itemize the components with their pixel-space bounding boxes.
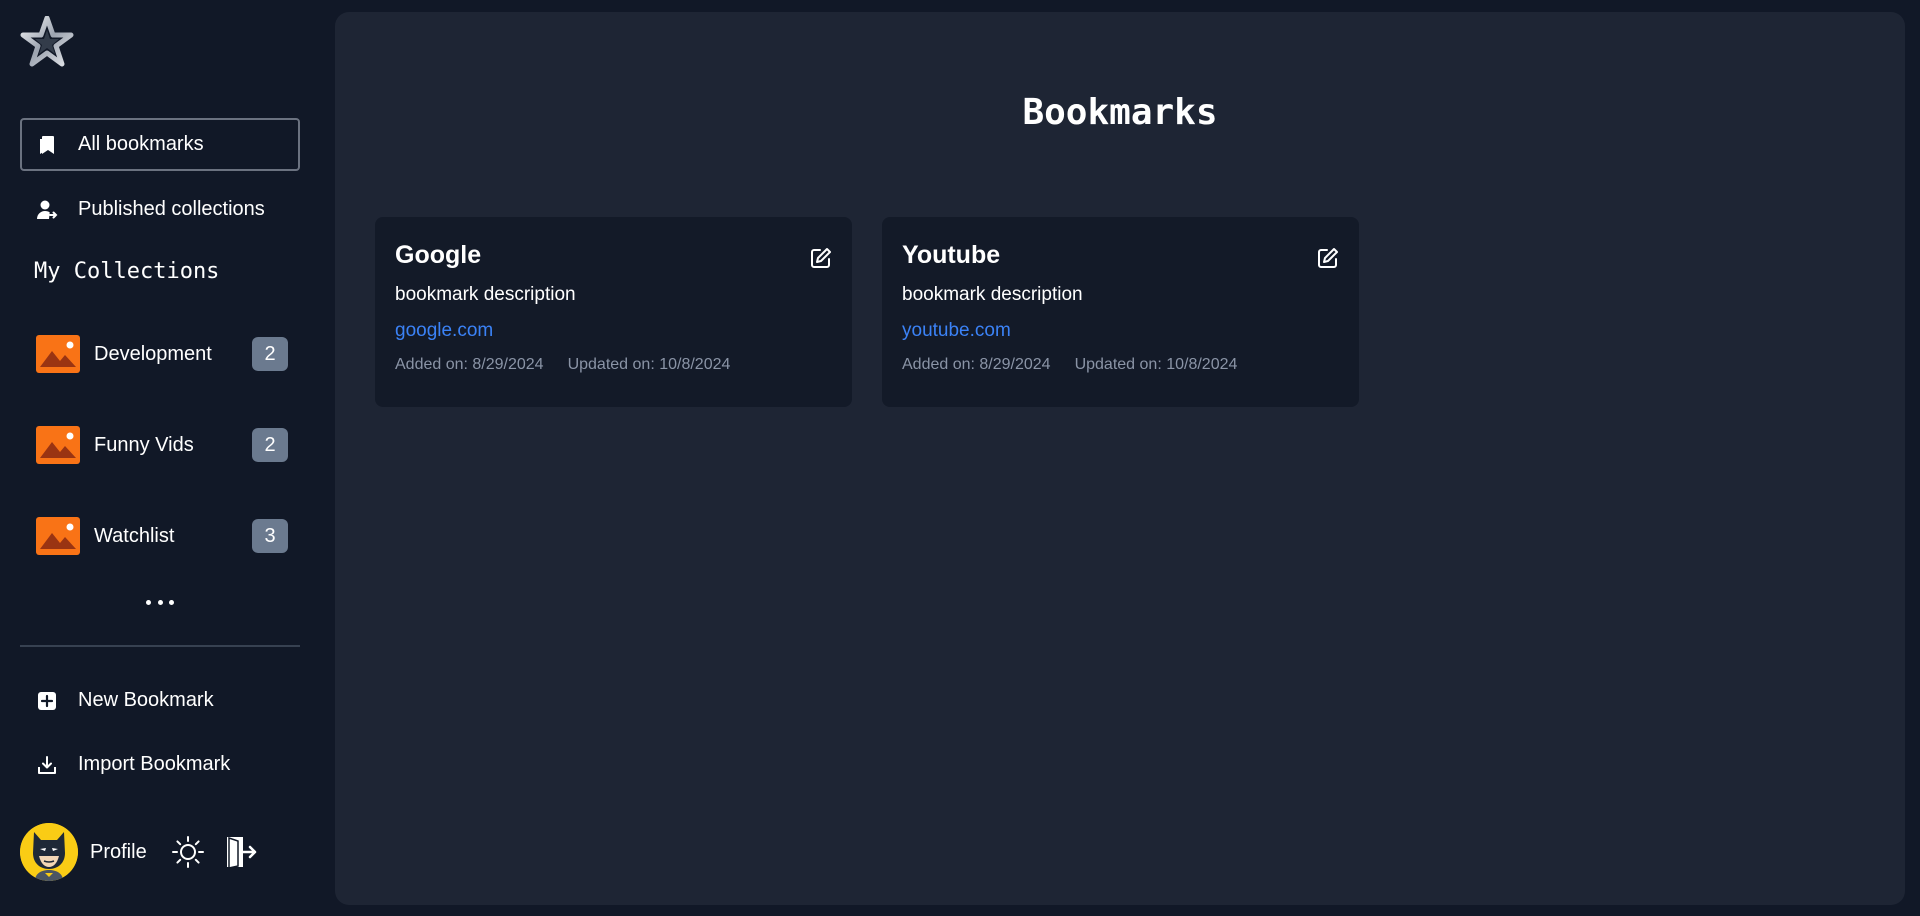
bookmark-description: bookmark description	[902, 284, 1083, 305]
app-root: All bookmarks Published collections My C…	[0, 0, 1920, 916]
bookmark-link[interactable]: youtube.com	[902, 320, 1011, 342]
collection-count-badge: 2	[252, 337, 288, 371]
edit-icon[interactable]	[810, 247, 832, 269]
page-title: Bookmarks	[1022, 92, 1218, 133]
collection-name: Funny Vids	[94, 433, 194, 456]
new-bookmark-button[interactable]: New Bookmark	[20, 674, 300, 727]
bookmark-meta: Added on: 8/29/2024 Updated on: 10/8/202…	[902, 356, 1339, 374]
plus-square-icon	[36, 690, 58, 712]
bookmark-title: Google	[395, 241, 482, 269]
bookmark-card[interactable]: Google bookmark description google.com A…	[375, 217, 852, 407]
download-tray-icon	[36, 754, 58, 776]
sidebar-divider	[20, 645, 300, 647]
bookmarks-icon	[36, 134, 58, 156]
main-panel: Bookmarks Google bookmark description go…	[335, 12, 1905, 905]
logout-door-icon[interactable]	[225, 835, 257, 869]
bookmark-description: bookmark description	[395, 284, 576, 305]
sidebar: All bookmarks Published collections My C…	[0, 0, 320, 916]
collection-item-development[interactable]: Development 2	[36, 334, 288, 374]
bookmark-added-date: Added on: 8/29/2024	[902, 356, 1051, 373]
nav-published-collections[interactable]: Published collections	[20, 183, 300, 236]
collection-name: Development	[94, 342, 212, 365]
avatar[interactable]	[20, 823, 78, 881]
collection-count-badge: 2	[252, 428, 288, 462]
import-bookmark-button[interactable]: Import Bookmark	[20, 738, 300, 791]
collection-name: Watchlist	[94, 524, 175, 547]
edit-icon[interactable]	[1317, 247, 1339, 269]
bookmark-updated-date: Updated on: 10/8/2024	[567, 356, 731, 373]
bookmark-updated-date: Updated on: 10/8/2024	[1074, 356, 1238, 373]
star-logo-icon[interactable]	[20, 15, 74, 68]
nav-published-collections-label: Published collections	[78, 198, 265, 220]
bookmark-meta: Added on: 8/29/2024 Updated on: 10/8/202…	[395, 356, 832, 374]
import-bookmark-label: Import Bookmark	[78, 753, 231, 775]
new-bookmark-label: New Bookmark	[78, 689, 214, 711]
collection-item-watchlist[interactable]: Watchlist 3	[36, 516, 288, 556]
sidebar-footer: Profile	[20, 822, 300, 882]
more-horizontal-icon[interactable]	[146, 592, 174, 612]
bookmark-card[interactable]: Youtube bookmark description youtube.com…	[882, 217, 1359, 407]
collection-count-badge: 3	[252, 519, 288, 553]
bookmark-link[interactable]: google.com	[395, 320, 493, 342]
image-placeholder-icon	[36, 335, 80, 373]
nav-all-bookmarks[interactable]: All bookmarks	[20, 118, 300, 171]
collection-item-funny-vids[interactable]: Funny Vids 2	[36, 425, 288, 465]
image-placeholder-icon	[36, 426, 80, 464]
sun-icon[interactable]	[171, 835, 205, 869]
image-placeholder-icon	[36, 517, 80, 555]
profile-label[interactable]: Profile	[90, 841, 147, 864]
bookmark-title: Youtube	[902, 241, 1001, 269]
collections-section-title: My Collections	[34, 259, 220, 284]
user-share-icon	[36, 199, 58, 221]
bookmark-added-date: Added on: 8/29/2024	[395, 356, 544, 373]
nav-all-bookmarks-label: All bookmarks	[78, 133, 204, 155]
